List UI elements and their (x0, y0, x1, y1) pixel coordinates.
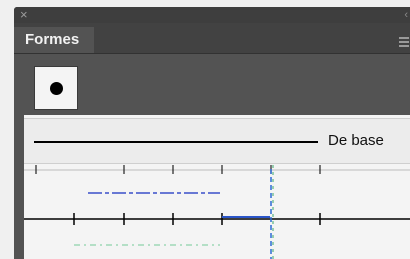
swatch-area (24, 58, 410, 114)
brush-row-de-base[interactable]: De base (24, 118, 410, 164)
panel-titlebar: × ‹ (14, 7, 410, 23)
round-brush-dot-icon (50, 82, 63, 95)
brushes-panel: × ‹ Formes De base (14, 7, 410, 259)
brush-stroke-preview (34, 141, 318, 143)
tab-formes[interactable]: Formes (14, 27, 94, 53)
pattern-brush-preview[interactable] (24, 165, 410, 259)
brush-swatch[interactable] (34, 66, 78, 110)
brush-list: De base (24, 115, 410, 259)
panel-tabbar: Formes (14, 23, 410, 54)
collapse-icon[interactable]: ‹ (404, 8, 408, 22)
brush-label: De base (328, 132, 384, 149)
hamburger-menu-icon[interactable] (399, 37, 409, 49)
close-icon[interactable]: × (20, 8, 28, 22)
